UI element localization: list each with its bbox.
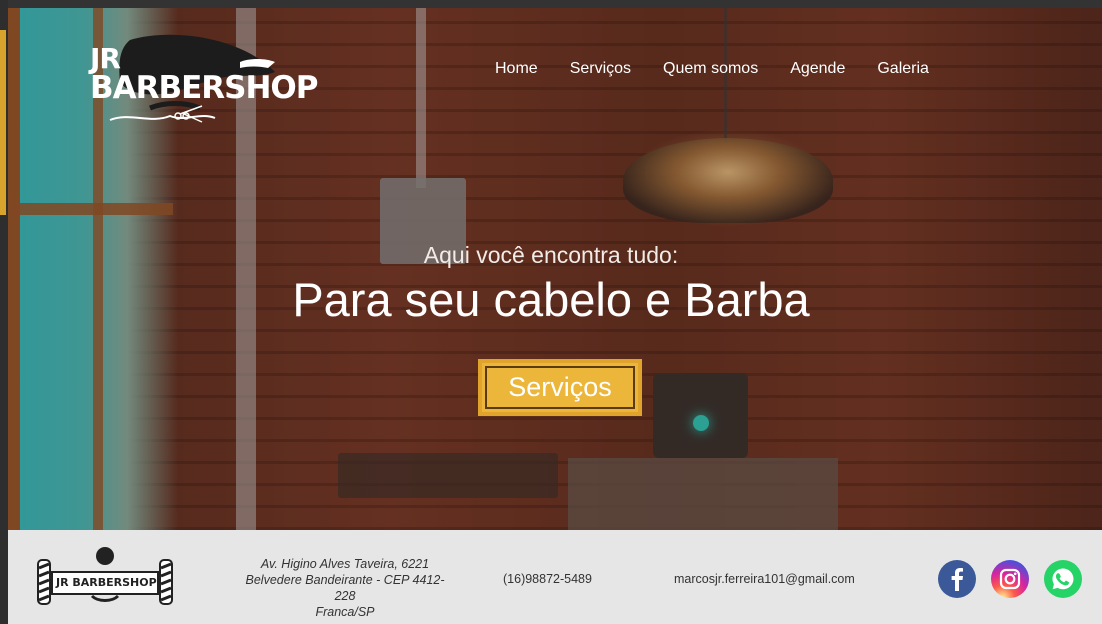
site-footer: JR BARBERSHOP Av. Higino Alves Taveira, …: [8, 530, 1102, 624]
footer-address: Av. Higino Alves Taveira, 6221 Belvedere…: [240, 556, 450, 620]
address-city: Franca/SP: [315, 605, 375, 619]
nav-home[interactable]: Home: [495, 60, 538, 78]
address-street: Av. Higino Alves Taveira, 6221: [260, 557, 430, 571]
footer-phone: (16)98872-5489: [503, 572, 592, 586]
instagram-link[interactable]: [991, 560, 1029, 598]
instagram-icon: [991, 560, 1029, 598]
nav-agende[interactable]: Agende: [790, 60, 845, 78]
address-neighborhood: Belvedere Bandeirante - CEP 4412-228: [245, 573, 445, 603]
hero-title: Para seu cabelo e Barba: [292, 273, 810, 326]
window-top-edge: [0, 0, 1102, 8]
facebook-icon: [938, 560, 976, 598]
logo-text-barbershop: BARBERSHOP: [90, 70, 319, 106]
facebook-link[interactable]: [938, 560, 976, 598]
footer-logo-text: JR BARBERSHOP: [56, 576, 157, 589]
nav-servicos[interactable]: Serviços: [570, 60, 631, 78]
footer-email[interactable]: marcosjr.ferreira101@gmail.com: [674, 572, 855, 586]
hero-subtitle: Aqui você encontra tudo:: [423, 242, 679, 268]
footer-logo[interactable]: JR BARBERSHOP: [36, 546, 174, 606]
main-nav: Home Serviços Quem somos Agende Galeria: [495, 60, 961, 78]
whatsapp-link[interactable]: [1044, 560, 1082, 598]
edge-accent: [0, 30, 6, 215]
nav-quem-somos[interactable]: Quem somos: [663, 60, 758, 78]
servicos-cta-button[interactable]: Serviços: [478, 359, 642, 416]
whatsapp-icon: [1044, 560, 1082, 598]
header-logo[interactable]: JR BARBERSHOP: [90, 32, 319, 132]
nav-galeria[interactable]: Galeria: [877, 60, 929, 78]
